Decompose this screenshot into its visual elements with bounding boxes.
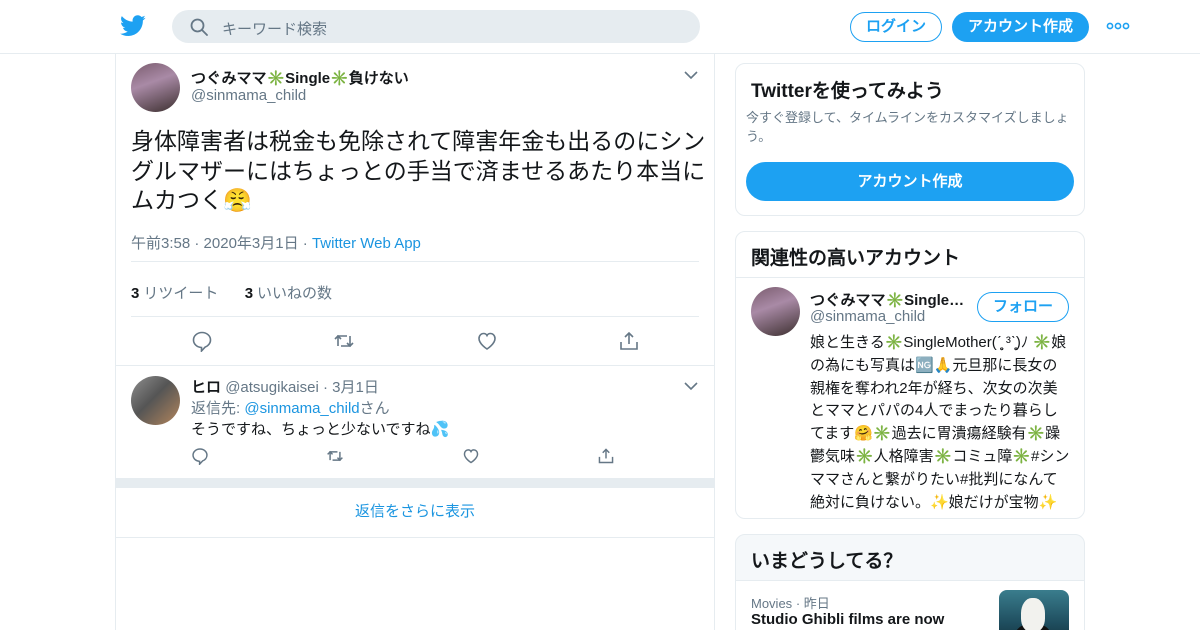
related-card-title: 関連性の高いアカウント — [751, 248, 961, 269]
related-accounts-card: 関連性の高いアカウント つぐみママ✳️Single✳️負けない @sinmama… — [735, 231, 1085, 519]
section-divider-band — [116, 478, 714, 488]
related-account-bio: 娘と生きる✳️SingleMother(ˊ̥̥̥̥̥ ³ˋ̥̥̥̥̥)ﾉ ✳️娘… — [810, 334, 1070, 511]
show-more-replies-link[interactable]: 返信をさらに表示 — [116, 488, 714, 538]
like-heart-icon[interactable] — [462, 447, 480, 465]
signup-card-title: Twitterを使ってみよう — [751, 81, 944, 102]
tweet-author-name[interactable]: つぐみママ✳️Single✳️負けない — [191, 67, 409, 88]
reply-author-handle[interactable]: @atsugikaisei — [225, 379, 319, 396]
meta-separator: · — [194, 235, 204, 252]
login-button[interactable]: ログイン — [850, 12, 942, 42]
trend-meta: Movies · 昨日 — [751, 593, 830, 612]
trend-time: 昨日 — [803, 596, 830, 611]
related-account-avatar[interactable] — [751, 287, 800, 336]
trend-headline[interactable]: Studio Ghibli films are now — [751, 611, 944, 628]
trend-category: Movies — [751, 596, 793, 611]
twitter-bird-icon[interactable] — [120, 14, 146, 38]
reply-to-line: 返信先: @sinmama_childさん — [191, 397, 390, 418]
reply-to-prefix: 返信先: — [191, 400, 245, 417]
like-label: いいねの数 — [257, 285, 333, 302]
retweet-count: 3 — [131, 285, 140, 302]
search-icon — [190, 18, 208, 36]
reply-icon[interactable] — [191, 330, 213, 352]
follow-button[interactable]: フォロー — [977, 292, 1069, 322]
reply-author-name[interactable]: ヒロ — [191, 379, 221, 396]
divider — [131, 261, 699, 262]
retweet-icon[interactable] — [333, 330, 355, 352]
reply-date[interactable]: 3月1日 — [332, 379, 379, 396]
tweet-source-link[interactable]: Twitter Web App — [312, 235, 421, 252]
like-stat[interactable]: 3 いいねの数 — [245, 285, 332, 302]
tweet-time[interactable]: 午前3:58 — [131, 235, 190, 252]
like-heart-icon[interactable] — [476, 330, 498, 352]
thumbnail-figure-mask — [1021, 598, 1045, 630]
trends-card: いまどうしてる？ Movies · 昨日 Studio Ghibli films… — [735, 534, 1085, 630]
meta-separator: · — [322, 379, 333, 396]
chevron-down-icon[interactable] — [684, 381, 698, 391]
search-placeholder: キーワード検索 — [222, 21, 328, 38]
trend-thumbnail-image[interactable] — [999, 590, 1069, 630]
like-count: 3 — [244, 285, 254, 302]
search-input[interactable]: キーワード検索 — [172, 10, 700, 43]
signup-prompt-card: Twitterを使ってみよう 今すぐ登録して、タイムラインをカスタマイズしましょ… — [735, 63, 1085, 216]
tweet-author-handle[interactable]: @sinmama_child — [191, 87, 306, 104]
tweet-date[interactable]: 2020年3月1日 — [204, 235, 299, 252]
tweet-text: 身体障害者は税金も免除されて障害年金も出るのにシングルマザーにはちょっとの手当で… — [131, 128, 706, 213]
reply-to-handle-link[interactable]: @sinmama_child — [244, 400, 359, 417]
chevron-down-icon[interactable] — [684, 70, 698, 80]
signup-card-button[interactable]: アカウント作成 — [746, 162, 1074, 201]
reply-header: ヒロ @atsugikaisei · 3月1日 — [191, 376, 379, 397]
meta-separator: · — [795, 596, 804, 611]
divider — [131, 316, 699, 317]
related-account-name[interactable]: つぐみママ✳️Single✳️負けない — [810, 289, 970, 310]
trends-card-title: いまどうしてる？ — [751, 551, 903, 572]
trend-item[interactable]: Movies · 昨日 Studio Ghibli films are now — [736, 581, 1084, 630]
related-account-handle[interactable]: @sinmama_child — [810, 308, 925, 325]
retweet-stat[interactable]: 3 リツイート — [131, 285, 218, 302]
tweet-timestamp: 午前3:58 · 2020年3月1日 · Twitter Web App — [131, 232, 421, 253]
signup-button[interactable]: アカウント作成 — [952, 12, 1089, 42]
reply-text: そうですね、ちょっと少ないですね💦 — [191, 421, 450, 438]
reply-author-avatar[interactable] — [131, 376, 180, 425]
share-icon[interactable] — [597, 447, 615, 465]
tweet-author-avatar[interactable] — [131, 63, 180, 112]
reply-to-suffix: さん — [359, 400, 390, 417]
meta-separator: · — [302, 235, 312, 252]
main-timeline-column: つぐみママ✳️Single✳️負けない @sinmama_child 身体障害者… — [115, 54, 715, 630]
share-icon[interactable] — [618, 330, 640, 352]
top-navigation-bar: キーワード検索 ログイン アカウント作成 — [0, 0, 1200, 54]
divider — [736, 277, 1084, 278]
retweet-label: リツイート — [143, 285, 219, 302]
reply-icon[interactable] — [191, 447, 209, 465]
retweet-icon[interactable] — [326, 447, 344, 465]
more-dots-icon[interactable] — [1106, 17, 1130, 35]
signup-card-description: 今すぐ登録して、タイムラインをカスタマイズしましょう。 — [746, 110, 1069, 144]
tweet-stats: 3 リツイート 3 いいねの数 — [131, 282, 332, 303]
divider — [116, 365, 714, 366]
